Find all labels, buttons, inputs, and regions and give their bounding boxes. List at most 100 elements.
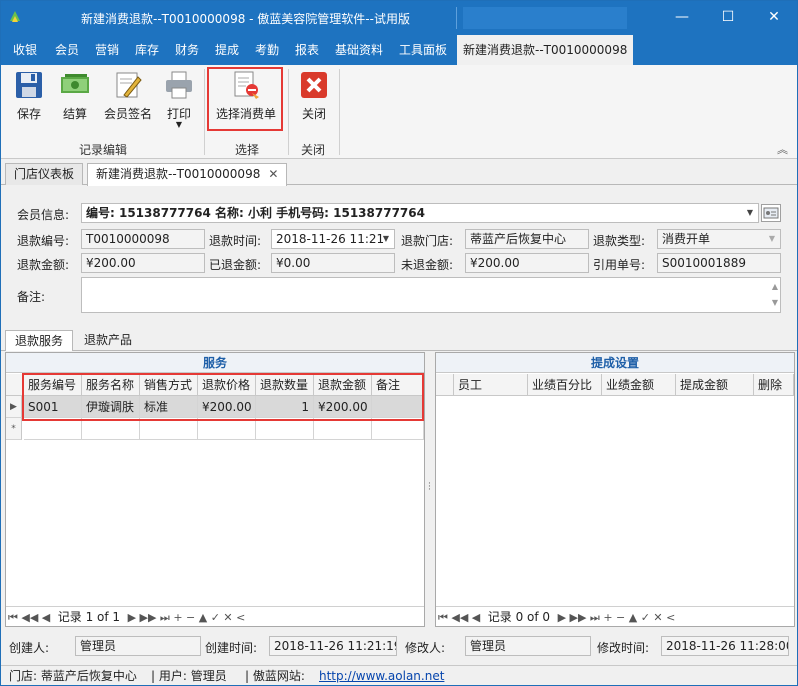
refund-type-field[interactable]: 消费开单 ▼ bbox=[657, 229, 781, 249]
menu-bar: 收银 会员 营销 库存 财务 提成 考勤 报表 基础资料 工具面板 新建消费退款… bbox=[1, 35, 797, 65]
nav-next-edit-icons[interactable]: ▶ ▶▶ ⏭ + − ▲ ✓ ✕ < bbox=[558, 611, 676, 624]
group-select-label: 选择 bbox=[235, 143, 260, 157]
select-bill-highlight bbox=[207, 67, 283, 131]
current-row-indicator-icon: ▶ bbox=[6, 396, 22, 418]
menu-inventory[interactable]: 库存 bbox=[131, 35, 163, 65]
ref-no-label: 引用单号: bbox=[593, 258, 646, 272]
inner-tabs: 退款服务 退款产品 bbox=[1, 329, 797, 351]
modifier-field[interactable]: 管理员 bbox=[465, 636, 591, 656]
close-window-button[interactable]: ✕ bbox=[751, 1, 797, 33]
ribbon-separator bbox=[288, 69, 289, 155]
create-time-field[interactable]: 2018-11-26 11:21:19 bbox=[269, 636, 397, 656]
chevron-down-icon[interactable]: ▼ bbox=[764, 230, 780, 248]
close-tab-icon[interactable]: ✕ bbox=[268, 167, 278, 181]
remark-textarea[interactable]: ▲ ▼ bbox=[81, 277, 781, 313]
member-sign-button[interactable]: 会员签名 bbox=[101, 69, 155, 127]
nav-first-prev-icons[interactable]: ⏮ ◀◀ ◀ bbox=[8, 611, 50, 624]
tab-store-dashboard[interactable]: 门店仪表板 bbox=[5, 163, 84, 185]
service-navigator[interactable]: ⏮ ◀◀ ◀ 记录 1 of 1 ▶ ▶▶ ⏭ + − ▲ ✓ ✕ < bbox=[6, 606, 424, 626]
tab-refund-service[interactable]: 退款服务 bbox=[5, 330, 74, 351]
menu-tools[interactable]: 工具面板 bbox=[395, 35, 451, 65]
ribbon-separator bbox=[339, 69, 340, 155]
status-site-label: | 傲蓝网站: bbox=[245, 669, 305, 683]
menu-cashier[interactable]: 收银 bbox=[9, 35, 41, 65]
col-performance-amount[interactable]: 业绩金额 bbox=[602, 374, 676, 396]
chevron-down-icon[interactable]: ▼ bbox=[378, 230, 394, 248]
commission-grid: 提成设置 员工 业绩百分比 业绩金额 提成金额 删除 ⏮ ◀◀ ◀ 记录 0 o… bbox=[435, 352, 795, 627]
commission-panel-title: 提成设置 bbox=[436, 353, 794, 373]
service-grid: 服务 服务编号 服务名称 销售方式 退款价格 退款数量 退款金额 备注 ▶ S0… bbox=[5, 352, 425, 627]
col-employee[interactable]: 员工 bbox=[454, 374, 528, 396]
splitter-grip-icon: · · · bbox=[428, 479, 431, 495]
ribbon-separator bbox=[204, 69, 205, 155]
group-close-label: 关闭 bbox=[301, 143, 326, 157]
refunded-field[interactable]: ¥0.00 bbox=[271, 253, 395, 273]
status-bar: 门店: 蒂蓝产后恢复中心 | 用户: 管理员 | 傲蓝网站: http://ww… bbox=[1, 665, 797, 685]
tab-label: 门店仪表板 bbox=[14, 167, 75, 181]
ref-no-field[interactable]: S0010001889 bbox=[657, 253, 781, 273]
refund-store-field[interactable]: 蒂蓝产后恢复中心 bbox=[465, 229, 589, 249]
col-delete[interactable]: 删除 bbox=[754, 374, 794, 396]
close-doc-button[interactable]: 关闭 bbox=[297, 69, 331, 127]
new-row-cell[interactable] bbox=[140, 418, 198, 440]
new-row-cell[interactable] bbox=[372, 418, 424, 440]
quick-access-separator bbox=[456, 7, 457, 29]
collapse-ribbon-icon[interactable]: ︽ bbox=[777, 141, 788, 157]
refund-form: 会员信息: 编号: 15138777764 名称: 小利 手机号码: 15138… bbox=[1, 186, 797, 326]
printer-icon bbox=[166, 71, 192, 99]
menu-new-refund[interactable]: 新建消费退款--T0010000098 bbox=[457, 35, 634, 65]
tab-new-refund[interactable]: 新建消费退款--T0010000098 ✕ bbox=[87, 163, 288, 186]
tab-refund-product[interactable]: 退款产品 bbox=[75, 330, 141, 351]
status-store: 门店: 蒂蓝产后恢复中心 bbox=[9, 669, 137, 683]
commission-navigator[interactable]: ⏮ ◀◀ ◀ 记录 0 of 0 ▶ ▶▶ ⏭ + − ▲ ✓ ✕ < bbox=[436, 606, 794, 626]
member-card-icon[interactable] bbox=[761, 204, 781, 222]
site-link[interactable]: http://www.aolan.net bbox=[319, 666, 444, 685]
new-row-cell[interactable] bbox=[198, 418, 256, 440]
menu-commission[interactable]: 提成 bbox=[211, 35, 243, 65]
settle-button[interactable]: 结算 bbox=[57, 69, 93, 127]
save-button[interactable]: 保存 bbox=[9, 69, 49, 127]
menu-member[interactable]: 会员 bbox=[51, 35, 83, 65]
remark-label: 备注: bbox=[17, 290, 46, 304]
refund-no-field[interactable]: T0010000098 bbox=[81, 229, 205, 249]
col-commission-amount[interactable]: 提成金额 bbox=[676, 374, 754, 396]
new-row-cell[interactable] bbox=[314, 418, 372, 440]
member-info-value: 编号: 15138777764 名称: 小利 手机号码: 15138777764 bbox=[86, 206, 425, 220]
refund-time-value: 2018-11-26 11:21 bbox=[276, 232, 385, 246]
service-row-highlight bbox=[22, 373, 424, 421]
app-window: 新建消费退款--T0010000098 - 傲蓝美容院管理软件--试用版 — ☐… bbox=[0, 0, 798, 686]
unrefunded-field[interactable]: ¥200.00 bbox=[465, 253, 589, 273]
audit-footer: 创建人: 管理员 创建时间: 2018-11-26 11:21:19 修改人: … bbox=[1, 631, 797, 661]
scroll-down-icon[interactable]: ▼ bbox=[772, 294, 778, 312]
quick-access-area bbox=[463, 7, 627, 29]
commission-record-count: 记录 0 of 0 bbox=[487, 610, 551, 624]
refund-no-label: 退款编号: bbox=[17, 234, 70, 248]
new-row-cell[interactable] bbox=[256, 418, 314, 440]
menu-finance[interactable]: 财务 bbox=[171, 35, 203, 65]
menu-base-data[interactable]: 基础资料 bbox=[331, 35, 387, 65]
member-sign-label: 会员签名 bbox=[103, 107, 152, 121]
chevron-down-icon[interactable]: ▼ bbox=[742, 204, 758, 222]
tab-label: 新建消费退款--T0010000098 bbox=[96, 167, 261, 181]
minimize-button[interactable]: — bbox=[659, 1, 705, 33]
modify-time-field[interactable]: 2018-11-26 11:28:00 bbox=[661, 636, 789, 656]
creator-field[interactable]: 管理员 bbox=[75, 636, 201, 656]
maximize-button[interactable]: ☐ bbox=[705, 1, 751, 33]
refund-time-field[interactable]: 2018-11-26 11:21 ▼ bbox=[271, 229, 395, 249]
col-performance-percent[interactable]: 业绩百分比 bbox=[528, 374, 602, 396]
ribbon: 保存 结算 会员签名 打印 ▼ 选择消费单 关闭 记录编辑 选择 关闭 ︽ bbox=[1, 65, 797, 159]
close-doc-label: 关闭 bbox=[301, 107, 326, 121]
new-row-cell[interactable] bbox=[82, 418, 140, 440]
member-info-field[interactable]: 编号: 15138777764 名称: 小利 手机号码: 15138777764… bbox=[81, 203, 759, 223]
nav-first-prev-icons[interactable]: ⏮ ◀◀ ◀ bbox=[438, 611, 480, 624]
refund-amount-field[interactable]: ¥200.00 bbox=[81, 253, 205, 273]
menu-reports[interactable]: 报表 bbox=[291, 35, 323, 65]
menu-marketing[interactable]: 营销 bbox=[91, 35, 123, 65]
new-row-cell[interactable] bbox=[24, 418, 82, 440]
new-row-marker: * bbox=[6, 418, 22, 440]
print-button[interactable]: 打印 ▼ bbox=[161, 69, 197, 129]
menu-attendance[interactable]: 考勤 bbox=[251, 35, 283, 65]
nav-next-edit-icons[interactable]: ▶ ▶▶ ⏭ + − ▲ ✓ ✕ < bbox=[128, 611, 246, 624]
create-time-label: 创建时间: bbox=[205, 641, 258, 655]
app-logo-icon bbox=[10, 11, 20, 22]
